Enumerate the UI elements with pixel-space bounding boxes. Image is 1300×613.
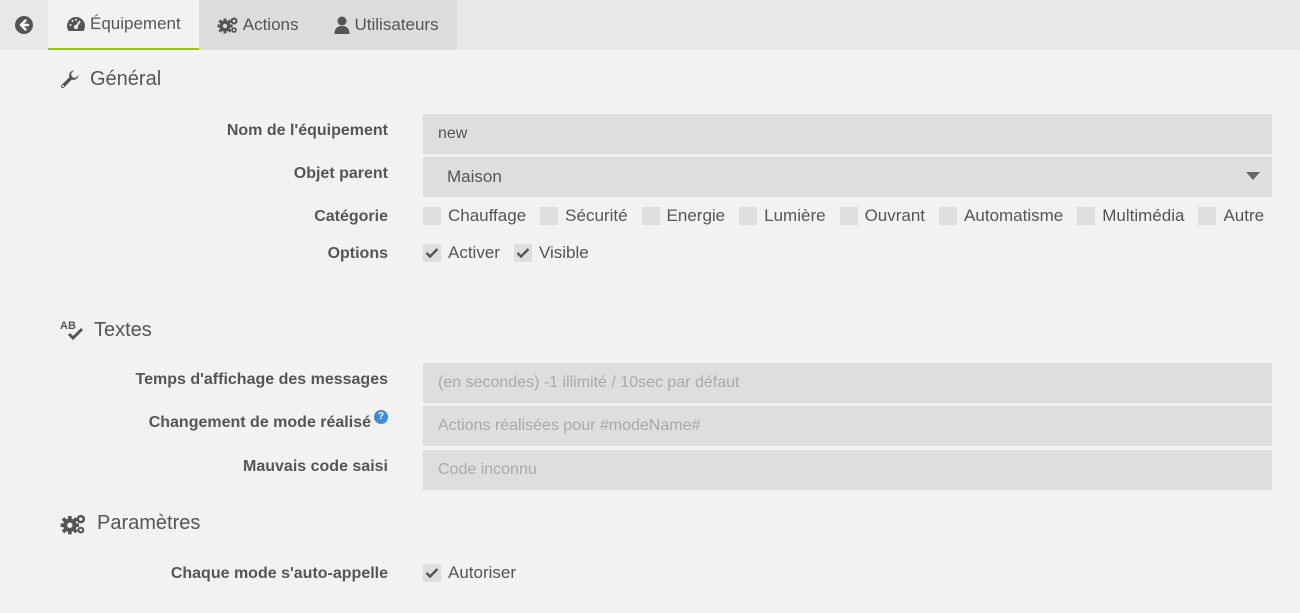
section-title-text: Textes xyxy=(94,318,152,341)
section-general-title: Général xyxy=(60,68,161,91)
category-lumiere[interactable]: Lumière xyxy=(739,206,826,226)
check-icon xyxy=(516,248,530,259)
auto-call-label: Chaque mode s'auto-appelle xyxy=(170,565,388,582)
parent-object-select[interactable]: Maison xyxy=(423,157,1272,197)
arrow-circle-left-icon xyxy=(15,16,33,34)
gears-icon xyxy=(217,16,239,34)
mode-change-label-text: Changement de mode réalisé xyxy=(148,414,371,431)
tab-bar-filler xyxy=(456,0,1300,50)
checkbox[interactable] xyxy=(839,207,858,225)
auto-call-checkboxes: Autoriser xyxy=(423,563,530,583)
category-ouvrant[interactable]: Ouvrant xyxy=(839,206,925,226)
section-params-title: Paramètres xyxy=(60,512,200,535)
user-icon xyxy=(334,16,350,34)
gears-icon xyxy=(60,513,87,535)
checkbox[interactable] xyxy=(739,207,758,225)
category-securite[interactable]: Sécurité xyxy=(540,206,628,226)
bad-code-input[interactable] xyxy=(423,450,1272,490)
checkbox-checked[interactable] xyxy=(423,564,441,582)
category-chauffage[interactable]: Chauffage xyxy=(423,206,526,226)
back-button[interactable] xyxy=(0,0,48,50)
mode-change-label: Changement de mode réalisé? xyxy=(0,409,388,432)
spell-check-icon: AB xyxy=(60,318,84,342)
checkbox[interactable] xyxy=(423,207,441,225)
option-autoriser[interactable]: Autoriser xyxy=(423,563,516,583)
checkbox[interactable] xyxy=(641,207,660,225)
checkbox[interactable] xyxy=(939,207,958,225)
bad-code-label: Mauvais code saisi xyxy=(243,458,388,475)
category-autre[interactable]: Autre xyxy=(1198,206,1264,226)
mode-change-input[interactable] xyxy=(423,406,1272,446)
tab-bar: Équipement Actions Utilisateurs xyxy=(0,0,1300,50)
section-title-text: Paramètres xyxy=(97,512,201,534)
section-title-text: Général xyxy=(90,68,162,90)
tab-actions[interactable]: Actions xyxy=(198,0,317,50)
equipment-name-label: Nom de l'équipement xyxy=(226,122,388,139)
tab-utilisateurs[interactable]: Utilisateurs xyxy=(316,0,457,50)
option-activer[interactable]: Activer xyxy=(423,243,500,263)
chevron-down-icon xyxy=(1246,172,1260,180)
help-icon[interactable]: ? xyxy=(374,409,388,424)
checkbox[interactable] xyxy=(1077,207,1096,225)
tab-label: Actions xyxy=(242,15,299,34)
option-visible[interactable]: Visible xyxy=(513,243,589,263)
category-checkboxes: Chauffage Sécurité Energie Lumière Ouvra… xyxy=(423,206,1264,226)
category-energie[interactable]: Energie xyxy=(641,206,725,226)
dashboard-icon xyxy=(66,16,86,32)
tab-equipement[interactable]: Équipement xyxy=(48,0,199,50)
category-automatisme[interactable]: Automatisme xyxy=(939,206,1063,226)
tab-label: Équipement xyxy=(90,14,181,33)
checkbox-checked[interactable] xyxy=(513,244,532,262)
svg-text:AB: AB xyxy=(60,320,76,332)
display-time-input[interactable] xyxy=(423,363,1272,403)
equipment-name-input[interactable] xyxy=(423,114,1272,154)
checkbox[interactable] xyxy=(1198,207,1217,225)
check-icon xyxy=(425,568,439,579)
options-checkboxes: Activer Visible xyxy=(423,243,603,263)
display-time-label: Temps d'affichage des messages xyxy=(135,371,389,388)
section-texts-title: AB Textes xyxy=(60,318,152,342)
checkbox[interactable] xyxy=(540,207,559,225)
parent-object-label: Objet parent xyxy=(293,165,388,182)
tab-label: Utilisateurs xyxy=(354,15,439,34)
checkbox-checked[interactable] xyxy=(423,244,441,262)
parent-object-value: Maison xyxy=(447,167,502,186)
category-multimedia[interactable]: Multimédia xyxy=(1077,206,1184,226)
options-label: Options xyxy=(327,245,388,262)
check-icon xyxy=(425,248,439,259)
category-label: Catégorie xyxy=(314,208,388,225)
wrench-icon xyxy=(60,70,80,90)
